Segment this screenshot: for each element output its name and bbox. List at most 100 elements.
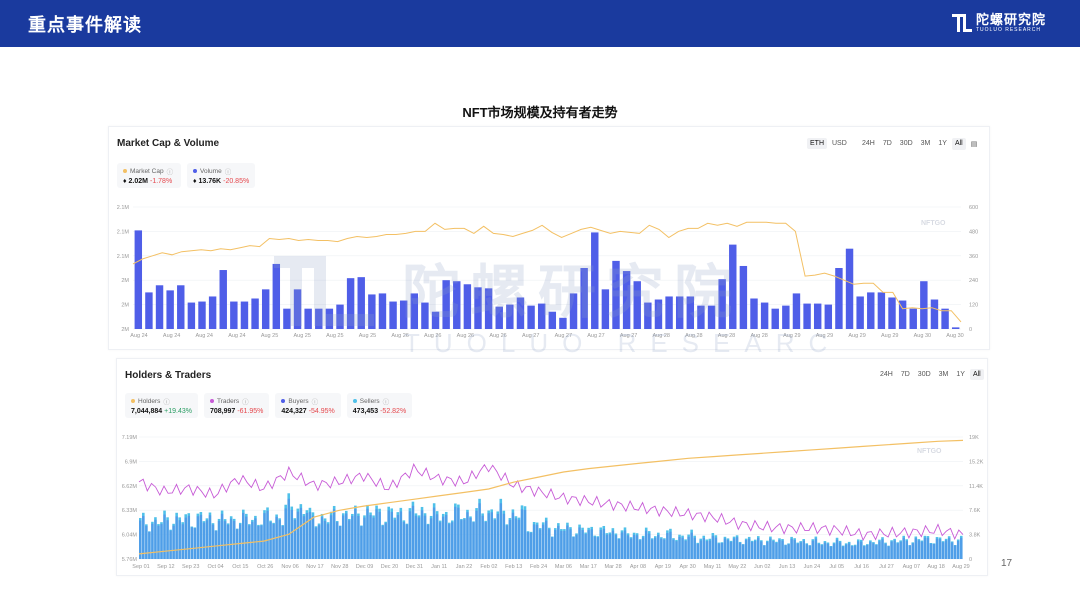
x-tick-label: Aug 25 [261,333,278,339]
buyers-bar [551,537,554,559]
buyers-bar [387,510,390,559]
y-right-tick-label: 600 [969,205,978,211]
buyers-bar [299,507,303,559]
buyers-bar [956,540,960,559]
buyers-bar [826,543,830,559]
buyers-bar [181,524,184,559]
x-tick-label: Jul 16 [854,564,869,570]
volume-bar [782,305,790,329]
buyers-bar [335,522,339,559]
buyers-bar [693,537,696,559]
buyers-bar [881,539,884,559]
buyers-bar [432,507,436,559]
buyers-bar [411,505,415,559]
buyers-bar [569,529,572,559]
volume-bar [771,308,779,329]
buyers-bar [766,541,769,559]
x-tick-label: Oct 26 [257,564,273,570]
buyers-bar [820,545,824,559]
buyers-bar [735,537,739,559]
logo-cn: 陀螺研究院 [976,11,1047,27]
buyers-bar [417,517,421,559]
buyers-bar [523,510,527,559]
buyers-bar [245,516,248,559]
buyers-bar [635,535,639,559]
buyers-bar [526,532,530,559]
y-left-tick-label: 2.1M [117,229,130,235]
buyers-bar [190,527,194,559]
volume-bar [304,308,312,329]
x-tick-label: Feb 24 [530,564,547,570]
buyers-bar [520,509,524,559]
x-tick-label: Apr 30 [680,564,696,570]
volume-bar [697,305,705,329]
buyers-bar [257,526,260,559]
buyers-bar [932,543,936,559]
buyers-bar [911,543,915,559]
volume-bar [580,268,588,329]
buyers-bar [148,531,151,559]
volume-bar [336,304,344,329]
volume-bar [325,308,334,329]
y-right-tick-label: 0 [969,327,972,333]
buyers-bar [229,518,233,559]
buyers-bar [687,536,690,559]
buyers-bar [554,530,557,559]
buyers-bar [617,539,621,559]
x-tick-label: Aug 24 [196,333,213,339]
buyers-bar [217,520,221,559]
buyers-bar [626,535,630,559]
y-right-tick-label: 15.2K [969,459,984,465]
buyers-bar [638,540,642,559]
buyers-bar [508,520,512,559]
volume-bar [941,308,949,329]
x-tick-label: Jan 22 [456,564,473,570]
buyers-bar [369,515,372,559]
buyers-bar [405,524,409,559]
buyers-bar [202,522,206,559]
volume-bar [251,298,259,329]
y-left-tick-label: 2.1M [117,205,130,211]
buyers-bar [451,522,454,559]
buyers-bar [151,523,154,559]
volume-bar [177,285,185,329]
buyers-bar [578,527,581,559]
buyers-bar [448,524,451,559]
buyers-bar [414,515,418,559]
buyers-bar [478,503,481,559]
buyers-bar [457,507,460,559]
buyers-bar [142,516,145,559]
buyers-bar [847,543,851,559]
buyers-bar [899,541,902,559]
x-tick-label: Aug 30 [914,333,931,339]
volume-bar [824,304,833,329]
buyers-bar [266,510,269,559]
buyers-bar [869,541,872,559]
x-tick-label: Aug 26 [424,333,441,339]
x-tick-label: Aug 29 [848,333,865,339]
volume-bar [410,293,419,329]
buyers-bar [223,521,227,559]
buyers-bar [641,537,645,559]
buyers-bar [950,542,954,559]
volume-bar [909,308,917,329]
buyers-bar [502,513,506,559]
buyers-bar [660,538,663,559]
x-tick-label: Nov 28 [331,564,348,570]
x-tick-label: Aug 26 [489,333,506,339]
y-left-tick-label: 2M [121,278,129,284]
buyers-bar [708,540,712,559]
buyers-bar [750,541,754,559]
buyers-bar [157,525,160,559]
volume-bar [283,308,291,329]
volume-bar [421,302,429,329]
buyers-bar [472,522,475,559]
buyers-bar [684,540,687,559]
buyers-bar [760,541,763,559]
buyers-bar [717,543,721,559]
buyers-bar [263,513,266,559]
buyers-bar [572,537,575,559]
buyers-bar [154,519,157,559]
buyers-bar [926,537,930,559]
x-tick-label: Aug 28 [653,333,670,339]
